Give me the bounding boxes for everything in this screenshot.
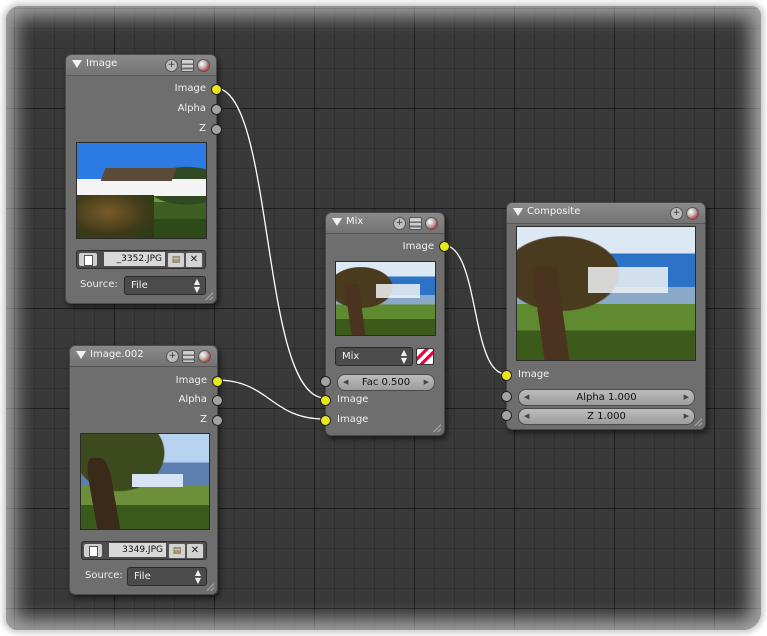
input-label-image: Image — [518, 369, 550, 380]
file-name-field[interactable]: 3349.JPG — [109, 543, 166, 557]
decrement-icon[interactable]: ◀ — [524, 409, 529, 424]
node-header[interactable]: Mix + — [326, 213, 444, 234]
sphere-icon[interactable] — [686, 207, 699, 220]
resize-handle[interactable] — [205, 292, 213, 300]
updown-icon: ▲ ▼ — [193, 277, 200, 294]
bars-icon[interactable] — [409, 217, 422, 230]
output-socket-z[interactable] — [211, 124, 222, 135]
output-socket-alpha[interactable] — [212, 395, 223, 406]
plus-circle-icon[interactable]: + — [393, 217, 406, 230]
image-preview — [76, 142, 207, 239]
output-label-z: Z — [199, 123, 206, 134]
output-label-alpha: Alpha — [177, 103, 206, 114]
input-socket-image[interactable] — [501, 370, 512, 381]
fac-value: Fac 0.500 — [361, 377, 411, 388]
updown-icon: ▲ ▼ — [400, 348, 407, 365]
folder-icon[interactable]: ▤ — [168, 543, 186, 559]
increment-icon[interactable]: ▶ — [684, 390, 689, 405]
fac-slider[interactable]: ◀ Fac 0.500 ▶ — [337, 374, 435, 391]
image-preview — [80, 433, 210, 530]
image-file-icon[interactable] — [84, 544, 102, 557]
output-label-image: Image — [402, 241, 434, 252]
resize-handle[interactable] — [694, 418, 702, 426]
mix-node[interactable]: Mix + Image Mix ▲ ▼ ◀ Fac 0.500 ▶ Image I… — [320, 212, 450, 436]
source-label: Source: — [85, 570, 123, 581]
checker-blend-icon[interactable] — [416, 348, 434, 365]
input-socket-image-2[interactable] — [320, 415, 331, 426]
x-icon[interactable]: ✕ — [185, 252, 203, 268]
z-value: Z 1.000 — [587, 411, 626, 422]
image-node[interactable]: Image + Image Alpha Z _3352.JPG ▤ ✕ Sour… — [65, 54, 222, 304]
source-value: File — [134, 571, 151, 582]
decrement-icon[interactable]: ◀ — [343, 375, 348, 390]
output-socket-image[interactable] — [439, 241, 450, 252]
input-socket-fac[interactable] — [320, 376, 331, 387]
x-icon[interactable]: ✕ — [186, 543, 204, 559]
plus-circle-icon[interactable]: + — [165, 59, 178, 72]
sphere-icon[interactable] — [197, 59, 210, 72]
input-socket-image-1[interactable] — [320, 395, 331, 406]
alpha-value: Alpha 1.000 — [576, 392, 637, 403]
bars-icon[interactable] — [181, 59, 194, 72]
node-title: Image.002 — [90, 349, 144, 360]
collapse-icon[interactable] — [513, 208, 523, 216]
source-dropdown[interactable]: File ▲ ▼ — [127, 567, 207, 586]
folder-icon[interactable]: ▤ — [167, 252, 185, 268]
mix-preview — [335, 261, 436, 336]
sphere-icon[interactable] — [425, 217, 438, 230]
resize-handle[interactable] — [433, 424, 441, 432]
input-socket-alpha[interactable] — [501, 391, 512, 402]
output-socket-alpha[interactable] — [211, 104, 222, 115]
output-label-z: Z — [200, 414, 207, 425]
bars-icon[interactable] — [182, 350, 195, 363]
input-label-image-2: Image — [337, 414, 369, 425]
output-socket-image[interactable] — [212, 376, 223, 387]
resize-handle[interactable] — [206, 583, 214, 591]
output-socket-z[interactable] — [212, 415, 223, 426]
blend-mode-value: Mix — [342, 351, 360, 362]
source-label: Source: — [80, 279, 118, 290]
source-value: File — [131, 280, 148, 291]
plus-circle-icon[interactable]: + — [166, 350, 179, 363]
output-label-image: Image — [174, 83, 206, 94]
node-title: Composite — [527, 206, 581, 217]
collapse-icon[interactable] — [332, 218, 342, 226]
composite-preview — [516, 226, 696, 361]
decrement-icon[interactable]: ◀ — [524, 390, 529, 405]
file-selector[interactable]: _3352.JPG ▤ ✕ — [76, 250, 206, 269]
image-002-node[interactable]: Image.002 + Image Alpha Z 3349.JPG ▤ ✕ S… — [69, 345, 223, 595]
input-socket-z[interactable] — [501, 410, 512, 421]
output-socket-image[interactable] — [211, 84, 222, 95]
node-title: Image — [86, 58, 118, 69]
file-name-field[interactable]: _3352.JPG — [104, 252, 165, 266]
z-slider[interactable]: ◀ Z 1.000 ▶ — [518, 408, 695, 425]
composite-node[interactable]: Composite + Image ◀ Alpha 1.000 ▶ ◀ Z 1.… — [501, 202, 706, 430]
blend-mode-dropdown[interactable]: Mix ▲ ▼ — [335, 347, 413, 366]
input-label-image-1: Image — [337, 394, 369, 405]
increment-icon[interactable]: ▶ — [684, 409, 689, 424]
sphere-icon[interactable] — [198, 350, 211, 363]
alpha-slider[interactable]: ◀ Alpha 1.000 ▶ — [518, 389, 695, 406]
collapse-icon[interactable] — [76, 351, 86, 359]
file-selector[interactable]: 3349.JPG ▤ ✕ — [81, 541, 207, 560]
collapse-icon[interactable] — [72, 60, 82, 68]
node-header[interactable]: Image.002 + — [70, 346, 217, 367]
plus-circle-icon[interactable]: + — [670, 207, 683, 220]
updown-icon: ▲ ▼ — [194, 568, 201, 585]
node-title: Mix — [346, 216, 364, 227]
node-header[interactable]: Image + — [66, 55, 216, 76]
increment-icon[interactable]: ▶ — [424, 375, 429, 390]
source-dropdown[interactable]: File ▲ ▼ — [124, 276, 206, 295]
output-label-image: Image — [175, 375, 207, 386]
node-header[interactable]: Composite + — [507, 203, 705, 224]
image-file-icon[interactable] — [79, 253, 97, 266]
output-label-alpha: Alpha — [178, 394, 207, 405]
